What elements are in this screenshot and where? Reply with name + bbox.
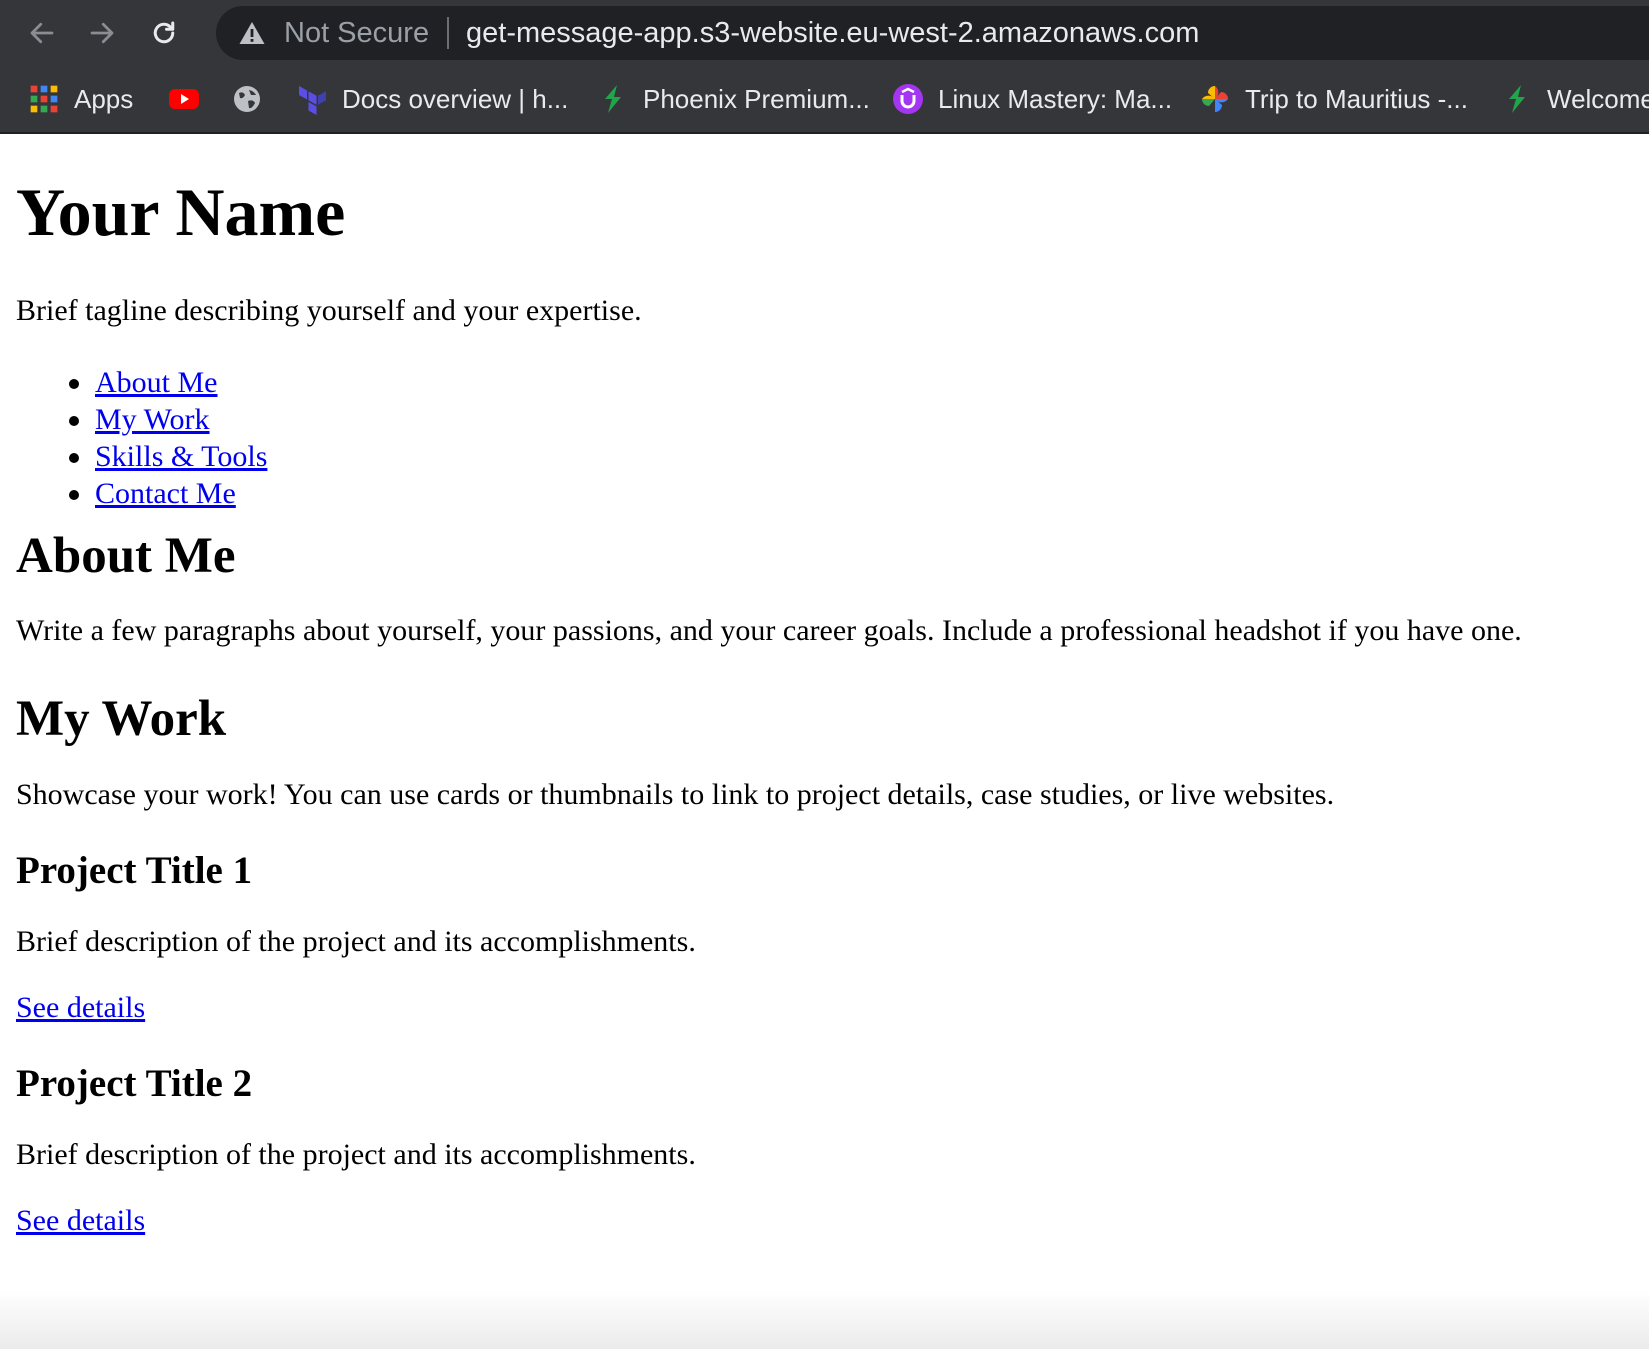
security-status-label[interactable]: Not Secure xyxy=(284,6,429,60)
bookmark-apps[interactable]: Apps xyxy=(28,66,133,132)
forward-arrow-icon xyxy=(90,22,114,44)
reload-button[interactable] xyxy=(144,13,184,53)
terraform-icon xyxy=(296,83,328,115)
url-text[interactable]: get-message-app.s3-website.eu-west-2.ama… xyxy=(466,6,1199,60)
nav-link-contact-me[interactable]: Contact Me xyxy=(95,477,236,510)
bookmark-youtube[interactable] xyxy=(168,66,214,132)
project-link-row-2: See details xyxy=(16,1206,145,1236)
project-title-1: Project Title 1 xyxy=(16,849,253,892)
nav-link-my-work[interactable]: My Work xyxy=(95,403,210,436)
page-title: Your Name xyxy=(16,174,346,250)
see-details-link[interactable]: See details xyxy=(16,991,145,1024)
project-description-2: Brief description of the project and its… xyxy=(16,1138,696,1171)
work-heading: My Work xyxy=(16,691,227,747)
photos-pinwheel-icon xyxy=(1199,83,1231,115)
phoenix-icon xyxy=(597,83,629,115)
bookmark-label: Welcome xyxy=(1547,83,1649,114)
nav-item-my-work: My Work xyxy=(16,401,267,438)
bookmark-label: Linux Mastery: Ma... xyxy=(938,83,1173,114)
phoenix-icon xyxy=(1501,83,1533,115)
bookmark-docs-overview[interactable]: Docs overview | h... xyxy=(296,66,568,132)
bookmark-globe[interactable] xyxy=(231,66,277,132)
bookmark-label: Docs overview | h... xyxy=(342,83,569,114)
page-content: Your Name Brief tagline describing yours… xyxy=(0,134,1649,1349)
globe-icon xyxy=(231,83,263,115)
tagline: Brief tagline describing yourself and yo… xyxy=(16,294,642,327)
bookmark-label: Trip to Mauritius -... xyxy=(1245,83,1468,114)
bullet xyxy=(69,490,79,500)
bookmark-welcome[interactable]: Welcome xyxy=(1501,66,1649,132)
project-description-1: Brief description of the project and its… xyxy=(16,925,696,958)
project-link-row-1: See details xyxy=(16,993,145,1023)
bookmark-phoenix-premium[interactable]: Phoenix Premium... xyxy=(597,66,870,132)
apps-grid-icon xyxy=(28,83,60,115)
address-bar[interactable]: Not Secure get-message-app.s3-website.eu… xyxy=(216,6,1649,60)
nav-link-about-me[interactable]: About Me xyxy=(95,366,218,399)
about-heading: About Me xyxy=(16,528,236,584)
warning-triangle-icon[interactable] xyxy=(238,20,266,46)
nav-item-about-me: About Me xyxy=(16,364,267,401)
bookmark-linux-mastery[interactable]: Linux Mastery: Ma... xyxy=(892,66,1172,132)
reload-icon xyxy=(153,21,175,44)
bullet xyxy=(69,453,79,463)
bookmark-label: Apps xyxy=(74,83,134,114)
browser-window: Not Secure get-message-app.s3-website.eu… xyxy=(0,0,1649,1349)
see-details-link[interactable]: See details xyxy=(16,1204,145,1237)
section-nav: About Me My Work Skills & Tools Contact … xyxy=(16,364,267,512)
bookmarks-bar: Apps Docs overview | h... Phoenix Premiu… xyxy=(0,66,1649,134)
about-text: Write a few paragraphs about yourself, y… xyxy=(16,614,1522,647)
bookmark-trip-to-mauritius[interactable]: Trip to Mauritius -... xyxy=(1199,66,1468,132)
nav-item-contact-me: Contact Me xyxy=(16,475,267,512)
back-button[interactable] xyxy=(22,13,62,53)
back-arrow-icon xyxy=(30,22,54,44)
window-bottom-shadow xyxy=(0,1289,1649,1349)
bullet xyxy=(69,416,79,426)
bookmark-label: Phoenix Premium... xyxy=(643,83,870,114)
browser-toolbar: Not Secure get-message-app.s3-website.eu… xyxy=(0,0,1649,66)
udemy-icon xyxy=(892,83,924,115)
nav-link-skills-tools[interactable]: Skills & Tools xyxy=(95,440,267,473)
nav-item-skills-tools: Skills & Tools xyxy=(16,438,267,475)
work-text: Showcase your work! You can use cards or… xyxy=(16,778,1335,811)
forward-button[interactable] xyxy=(82,13,122,53)
bullet xyxy=(69,379,79,389)
project-title-2: Project Title 2 xyxy=(16,1062,253,1105)
address-bar-divider xyxy=(447,17,449,49)
youtube-icon xyxy=(168,83,200,115)
